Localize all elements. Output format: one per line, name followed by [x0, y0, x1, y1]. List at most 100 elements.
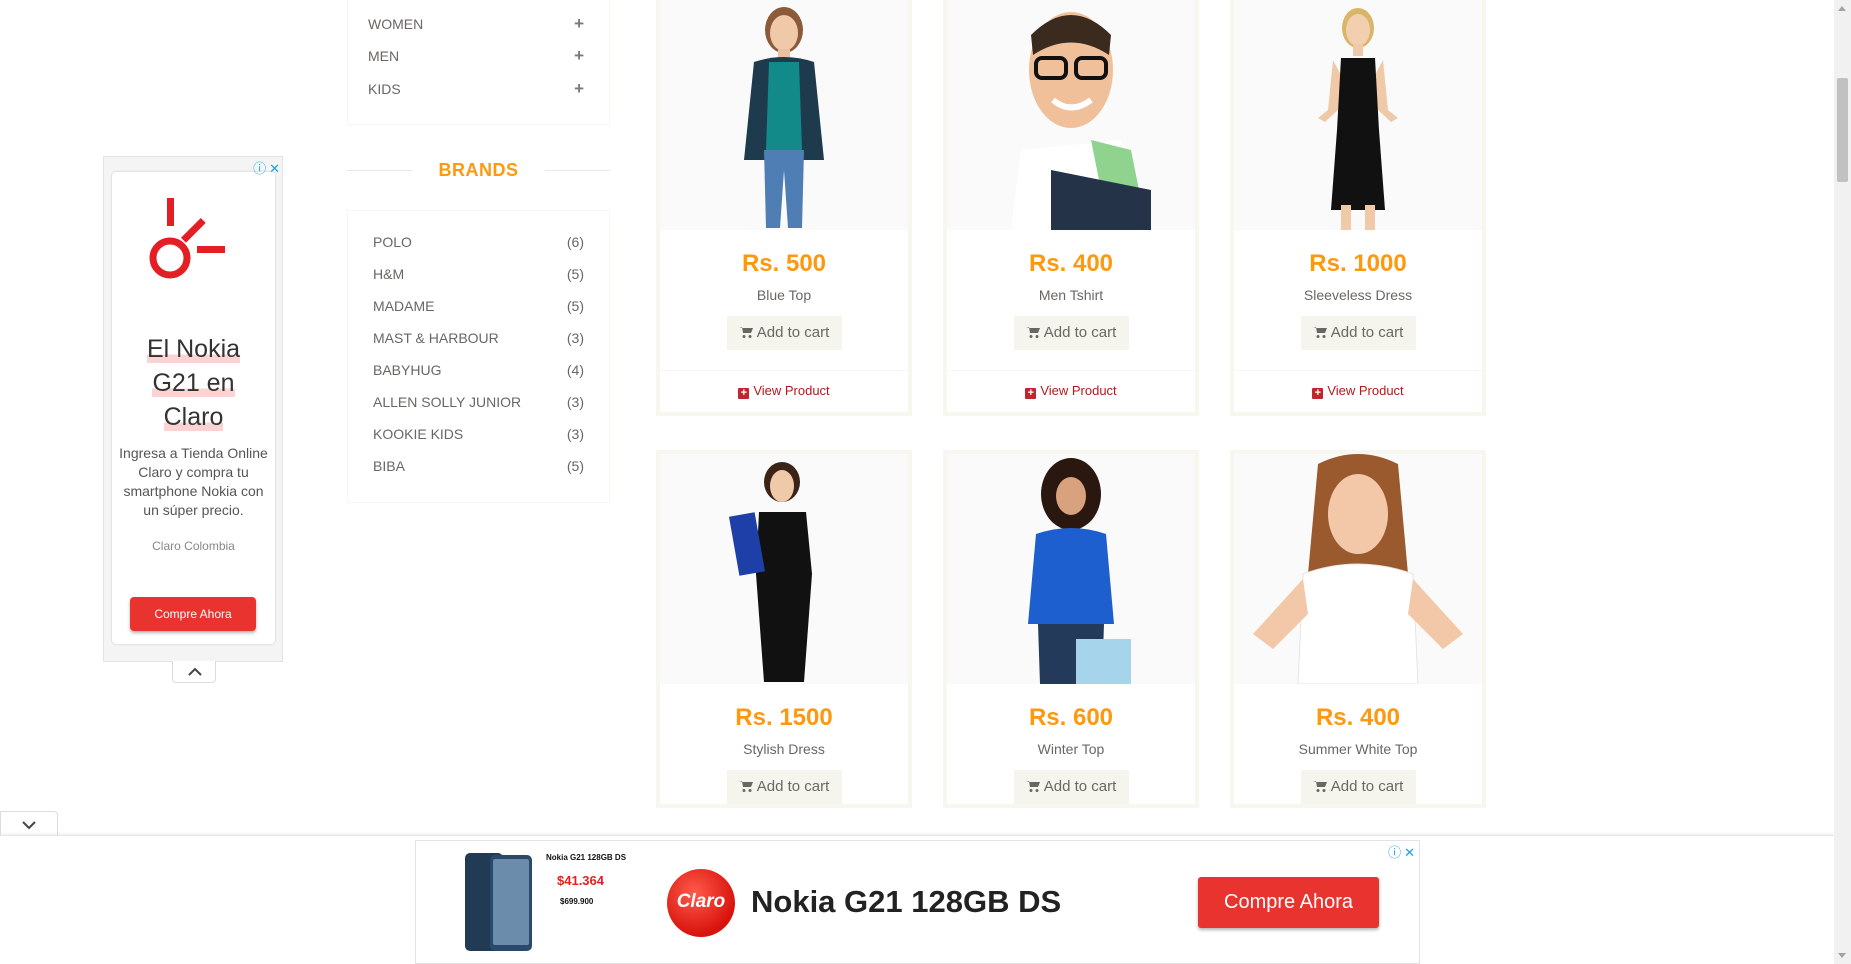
- add-to-cart-label: Add to cart: [1043, 778, 1117, 795]
- product-name: Sleeveless Dress: [1303, 287, 1413, 303]
- brand-count: (5): [566, 458, 584, 474]
- promo-price: $41.364: [557, 873, 604, 888]
- woman-winter-top-image: [1028, 458, 1131, 684]
- add-to-cart-label: Add to cart: [1330, 324, 1404, 341]
- product-image[interactable]: [1234, 0, 1482, 230]
- brand-count: (3): [566, 394, 584, 410]
- product-image[interactable]: [1234, 454, 1482, 684]
- brand-item[interactable]: POLO (6): [373, 234, 584, 252]
- category-women[interactable]: WOMEN +: [368, 14, 584, 36]
- view-product-link[interactable]: + View Product: [660, 370, 908, 412]
- brand-item[interactable]: H&M (5): [373, 266, 584, 284]
- heading-divider: [545, 170, 610, 171]
- view-product-label: View Product: [753, 383, 830, 398]
- product-name: Stylish Dress: [743, 741, 825, 757]
- product-card: Rs. 1000 Sleeveless Dress Add to cart + V…: [1230, 0, 1486, 416]
- bottom-ad-cta-button[interactable]: Compre Ahora: [1198, 877, 1379, 928]
- shopping-cart-icon: [1025, 327, 1040, 338]
- category-men[interactable]: MEN +: [368, 46, 584, 68]
- add-to-cart-label: Add to cart: [756, 778, 830, 795]
- claro-logo: Claro: [667, 869, 735, 937]
- page: El Nokia G21 en Claro Ingresa a Tienda O…: [0, 0, 1851, 964]
- vertical-scrollbar[interactable]: [1834, 0, 1851, 964]
- scroll-down-arrow-icon[interactable]: [1838, 953, 1846, 958]
- scroll-up-arrow-icon[interactable]: [1838, 6, 1846, 11]
- view-product-link[interactable]: + View Product: [1234, 370, 1482, 412]
- shopping-cart-icon: [1312, 327, 1327, 338]
- brand-name: KOOKIE KIDS: [373, 426, 464, 442]
- brands-heading: BRANDS: [347, 158, 610, 182]
- add-to-cart-button[interactable]: Add to cart: [726, 770, 842, 804]
- add-to-cart-button[interactable]: Add to cart: [1013, 316, 1129, 350]
- product-name: Winter Top: [1037, 741, 1105, 757]
- plus-square-icon: +: [1025, 388, 1037, 399]
- shopping-cart-icon: [1025, 781, 1040, 792]
- product-image[interactable]: [947, 454, 1195, 684]
- collapse-ad-button[interactable]: [172, 661, 216, 683]
- add-to-cart-button[interactable]: Add to cart: [1013, 770, 1129, 804]
- add-to-cart-button[interactable]: Add to cart: [726, 316, 842, 350]
- shopping-cart-icon: [738, 781, 753, 792]
- product-card: Rs. 1500 Stylish Dress Add to cart: [656, 450, 912, 808]
- product-image[interactable]: [660, 0, 908, 230]
- side-ad-card[interactable]: El Nokia G21 en Claro Ingresa a Tienda O…: [112, 172, 275, 644]
- bottom-ad-headline: Nokia G21 128GB DS: [751, 884, 1062, 919]
- add-to-cart-label: Add to cart: [756, 324, 830, 341]
- close-ad-icon[interactable]: ✕: [269, 161, 280, 176]
- woman-summer-white-top-image: [1253, 454, 1463, 684]
- add-to-cart-label: Add to cart: [1330, 778, 1404, 795]
- side-ad-advertiser: Claro Colombia: [152, 539, 235, 553]
- add-to-cart-button[interactable]: Add to cart: [1300, 316, 1416, 350]
- chevron-up-icon: [188, 667, 202, 676]
- side-ad[interactable]: El Nokia G21 en Claro Ingresa a Tienda O…: [103, 156, 283, 683]
- promo-old-price: $699.900: [560, 897, 594, 906]
- side-ad-headline: El Nokia G21 en Claro: [112, 332, 275, 434]
- brand-item[interactable]: ALLEN SOLLY JUNIOR (3): [373, 394, 584, 412]
- brand-name: BIBA: [373, 458, 405, 474]
- product-price: Rs. 400: [1315, 704, 1401, 731]
- product-price: Rs. 1000: [1309, 250, 1407, 277]
- ad-choices-icon[interactable]: ⓘ ✕: [1388, 842, 1415, 861]
- category-label: KIDS: [368, 81, 401, 97]
- plus-icon[interactable]: +: [574, 79, 584, 99]
- phone-image: [465, 853, 532, 951]
- brand-count: (5): [566, 298, 584, 314]
- scrollbar-thumb[interactable]: [1837, 78, 1848, 182]
- phone-promo-image: Nokia G21 128GB DS $41.364 $699.900: [420, 845, 650, 961]
- close-ad-icon[interactable]: ✕: [1404, 845, 1415, 860]
- product-image[interactable]: [660, 454, 908, 684]
- product-name: Summer White Top: [1298, 741, 1418, 757]
- bottom-ad-toggle-button[interactable]: [0, 811, 58, 836]
- brand-item[interactable]: KOOKIE KIDS (3): [373, 426, 584, 444]
- add-to-cart-label: Add to cart: [1043, 324, 1117, 341]
- category-kids[interactable]: KIDS +: [368, 79, 584, 101]
- view-product-link[interactable]: + View Product: [947, 370, 1195, 412]
- add-to-cart-button[interactable]: Add to cart: [1300, 770, 1416, 804]
- plus-icon[interactable]: +: [574, 14, 584, 34]
- brands-panel: POLO (6) H&M (5) MADAME (5) MAST & HARBOUR (…: [347, 210, 610, 503]
- brand-item[interactable]: MADAME (5): [373, 298, 584, 316]
- brand-count: (3): [566, 330, 584, 346]
- brand-name: MADAME: [373, 298, 435, 314]
- brand-name: H&M: [373, 266, 405, 282]
- view-product-label: View Product: [1327, 383, 1404, 398]
- product-name: Blue Top: [756, 287, 812, 303]
- brand-name: POLO: [373, 234, 412, 250]
- brand-count: (6): [566, 234, 584, 250]
- side-ad-cta-button[interactable]: Compre Ahora: [130, 597, 256, 631]
- ad-choices-icon[interactable]: ⓘ ✕: [253, 158, 280, 177]
- brand-item[interactable]: MAST & HARBOUR (3): [373, 330, 584, 348]
- shopping-cart-icon: [1312, 781, 1327, 792]
- chevron-down-icon: [22, 821, 36, 830]
- woman-stylish-dress-image: [728, 462, 812, 682]
- brand-item[interactable]: BIBA (5): [373, 458, 584, 476]
- product-image[interactable]: [947, 0, 1195, 230]
- bottom-ad[interactable]: Nokia G21 128GB DS $41.364 $699.900 Clar…: [415, 840, 1420, 964]
- promo-title: Nokia G21 128GB DS: [546, 853, 627, 862]
- category-label: MEN: [368, 48, 400, 64]
- brand-item[interactable]: BABYHUG (4): [373, 362, 584, 380]
- plus-icon[interactable]: +: [574, 46, 584, 66]
- shopping-cart-icon: [738, 327, 753, 338]
- man-tshirt-image: [1011, 12, 1151, 230]
- product-card: Rs. 500 Blue Top Add to cart + View Produ…: [656, 0, 912, 416]
